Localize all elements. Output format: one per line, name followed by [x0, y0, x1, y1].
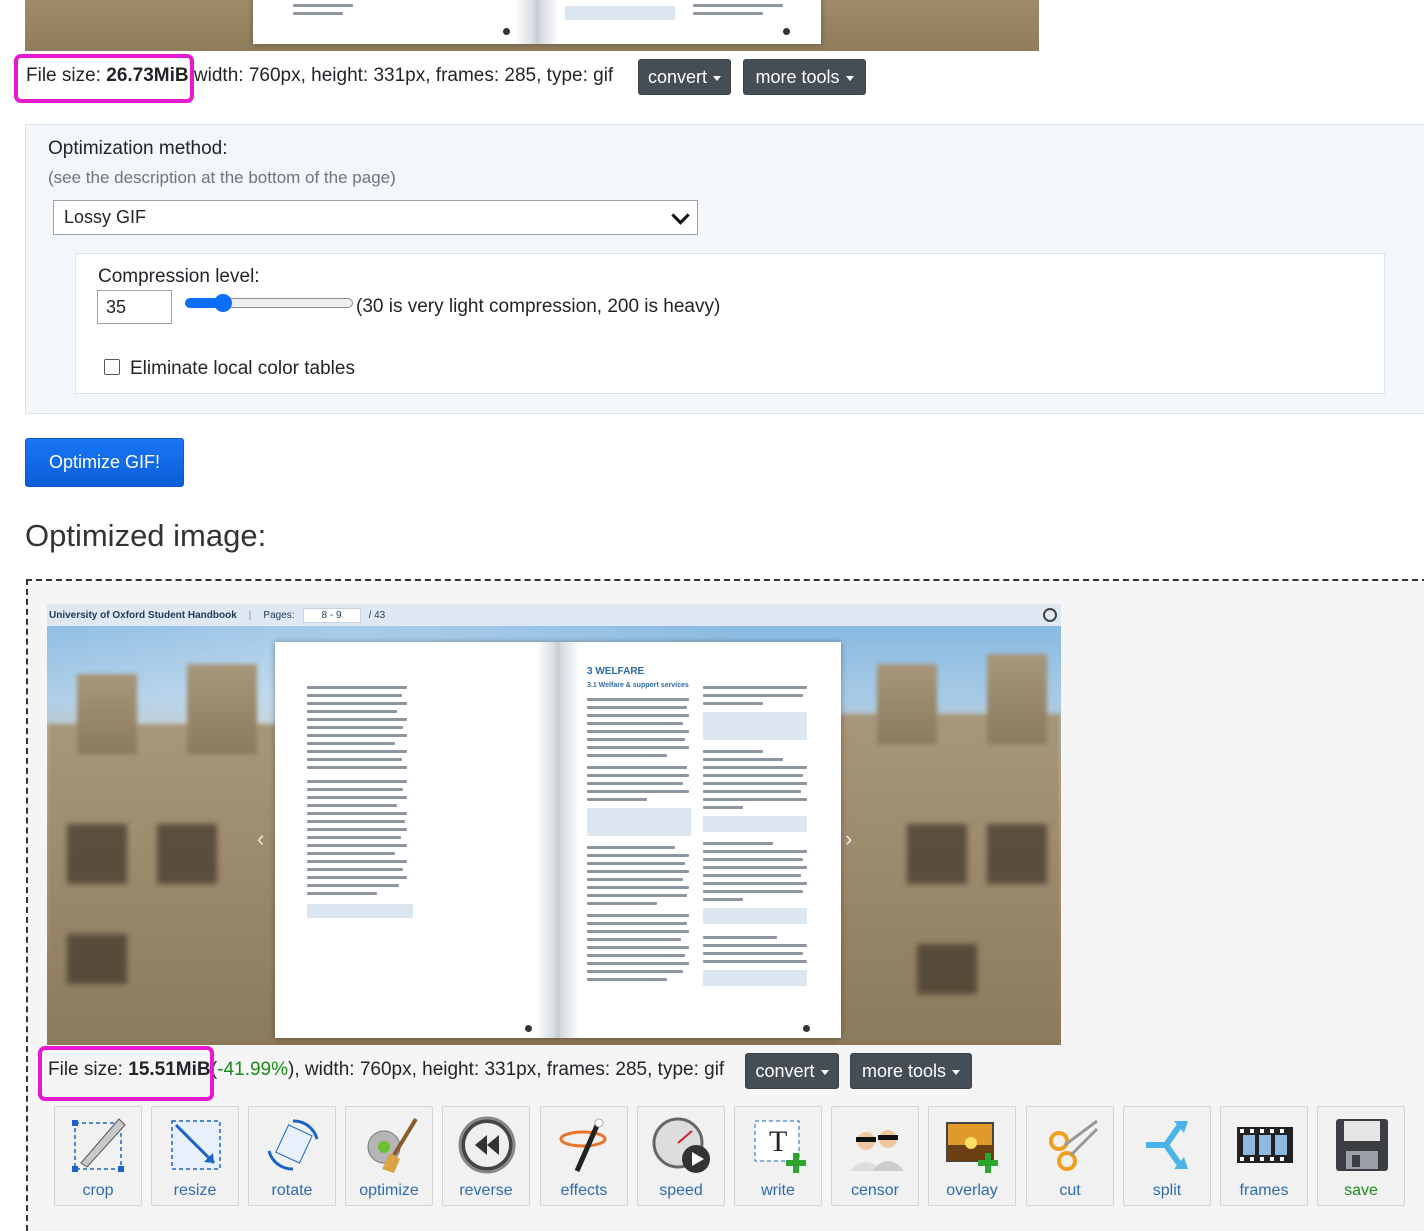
overlay-icon [946, 1122, 998, 1173]
compression-level-input[interactable]: 35 [97, 290, 172, 324]
optimization-method-select[interactable]: Lossy GIF [53, 200, 698, 235]
caret-down-icon [845, 75, 854, 81]
viewer-prev-arrow-icon: ‹ [257, 826, 265, 851]
crop-icon [72, 1118, 126, 1172]
compression-level-hint: (30 is very light compression, 200 is he… [356, 296, 721, 317]
viewer-pages-label: Pages: [263, 609, 295, 621]
eliminate-color-tables-label: Eliminate local color tables [130, 358, 355, 379]
book-section-heading: 3 WELFARE [587, 666, 645, 677]
save-icon [1336, 1119, 1388, 1171]
original-convert-button[interactable]: convert [638, 59, 731, 95]
viewer-toolbar: University of Oxford Student Handbook | … [47, 604, 1061, 626]
optimized-convert-button[interactable]: convert [745, 1053, 839, 1089]
size-reduction: -41.99% [217, 1059, 289, 1080]
optimized-gif-preview: University of Oxford Student Handbook | … [47, 604, 1061, 1045]
frames-icon [1237, 1127, 1293, 1163]
resize-icon [171, 1120, 221, 1170]
tool-rotate[interactable]: rotate [248, 1106, 336, 1206]
original-file-size-highlight [14, 54, 194, 103]
tool-split[interactable]: split [1123, 1106, 1211, 1206]
optimize-icon [367, 1117, 418, 1173]
tool-effects[interactable]: effects [540, 1106, 628, 1206]
write-icon: T [754, 1120, 806, 1173]
tool-censor[interactable]: censor [831, 1106, 919, 1206]
original-more-tools-button[interactable]: more tools [743, 59, 866, 95]
book-subsection-heading: 3.1 Welfare & support services [587, 682, 689, 689]
svg-text:T: T [769, 1125, 787, 1158]
chevron-down-icon [671, 206, 690, 225]
handbook-pages: 3 WELFARE 3.1 Welfare & support services [275, 642, 841, 1038]
caret-down-icon [820, 1069, 829, 1075]
original-gif-preview [25, 0, 1039, 51]
censor-icon [850, 1130, 904, 1171]
caret-down-icon [713, 75, 722, 81]
optimized-file-size-highlight [38, 1046, 214, 1101]
speed-icon [652, 1117, 710, 1173]
tool-optimize[interactable]: optimize [345, 1106, 433, 1206]
reverse-icon [458, 1116, 516, 1174]
optimization-method-hint: (see the description at the bottom of th… [48, 168, 396, 187]
optimize-gif-button[interactable]: Optimize GIF! [25, 438, 184, 487]
tool-cut[interactable]: cut [1026, 1106, 1114, 1206]
cut-icon [1049, 1119, 1099, 1171]
tool-write[interactable]: T write [734, 1106, 822, 1206]
optimized-more-tools-button[interactable]: more tools [850, 1053, 972, 1089]
viewer-page-field: 8 - 9 [302, 607, 361, 623]
effects-icon [559, 1118, 607, 1173]
split-icon [1146, 1121, 1188, 1169]
viewer-next-arrow-icon: › [845, 826, 853, 851]
viewer-title: University of Oxford Student Handbook [49, 609, 237, 621]
tool-resize[interactable]: resize [151, 1106, 239, 1206]
tool-frames[interactable]: frames [1220, 1106, 1308, 1206]
rotate-icon [267, 1119, 319, 1171]
caret-down-icon [952, 1069, 961, 1075]
tool-overlay[interactable]: overlay [928, 1106, 1016, 1206]
compression-slider-thumb[interactable] [213, 294, 232, 312]
tool-save[interactable]: save [1317, 1106, 1405, 1206]
eliminate-color-tables-checkbox[interactable] [104, 359, 120, 375]
magnifier-icon [1043, 608, 1057, 622]
optimized-image-heading: Optimized image: [25, 518, 267, 553]
viewer-page-total: / 43 [368, 609, 386, 621]
tool-speed[interactable]: speed [637, 1106, 725, 1206]
optimization-method-label: Optimization method: [48, 138, 228, 159]
tool-crop[interactable]: crop [54, 1106, 142, 1206]
compression-level-label: Compression level: [98, 266, 260, 287]
tool-reverse[interactable]: reverse [442, 1106, 530, 1206]
